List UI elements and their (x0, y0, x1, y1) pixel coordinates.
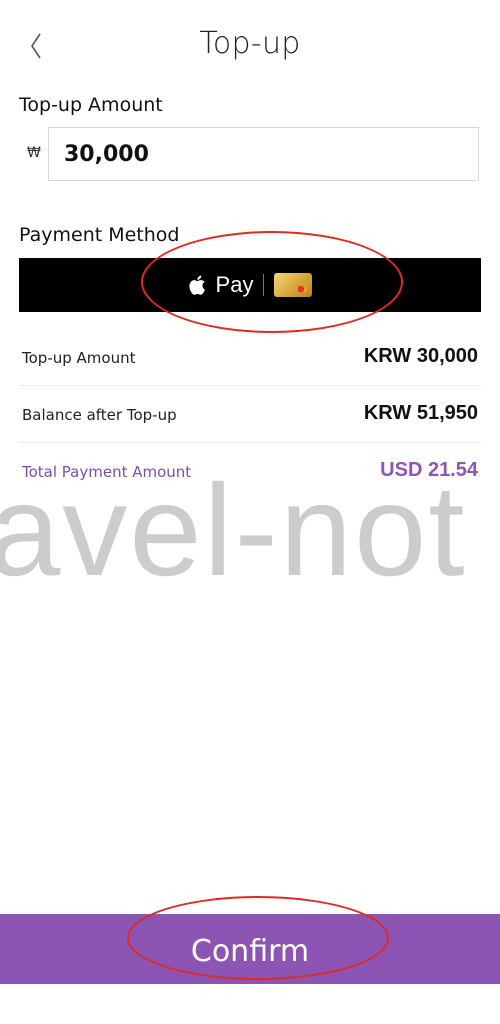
won-icon: ₩ (27, 145, 41, 161)
summary-label: Total Payment Amount (22, 463, 192, 481)
apple-logo-icon (188, 274, 206, 296)
page-title: Top-up (199, 26, 301, 61)
summary-value: KRW 30,000 (363, 345, 478, 367)
summary-row-total: Total Payment Amount USD 21.54 (19, 443, 481, 500)
apple-pay-button[interactable]: Pay (19, 258, 481, 312)
summary-value: USD 21.54 (380, 459, 478, 481)
confirm-button[interactable]: Confirm (0, 914, 500, 984)
summary-label: Top-up Amount (22, 349, 136, 367)
summary-row: Balance after Top-up KRW 51,950 (19, 386, 481, 443)
amount-row: ₩ (19, 127, 481, 183)
payment-method-label: Payment Method (19, 224, 180, 246)
apple-pay-text: Pay (215, 272, 254, 297)
pay-divider (263, 274, 265, 296)
confirm-label: Confirm (190, 933, 310, 969)
amount-input[interactable] (48, 127, 479, 181)
summary-row: Top-up Amount KRW 30,000 (19, 329, 481, 386)
header: Top-up (0, 0, 500, 92)
summary-label: Balance after Top-up (22, 406, 177, 424)
summary-value: KRW 51,950 (363, 402, 478, 424)
credit-card-icon (274, 273, 313, 297)
topup-amount-label: Top-up Amount (19, 94, 163, 116)
